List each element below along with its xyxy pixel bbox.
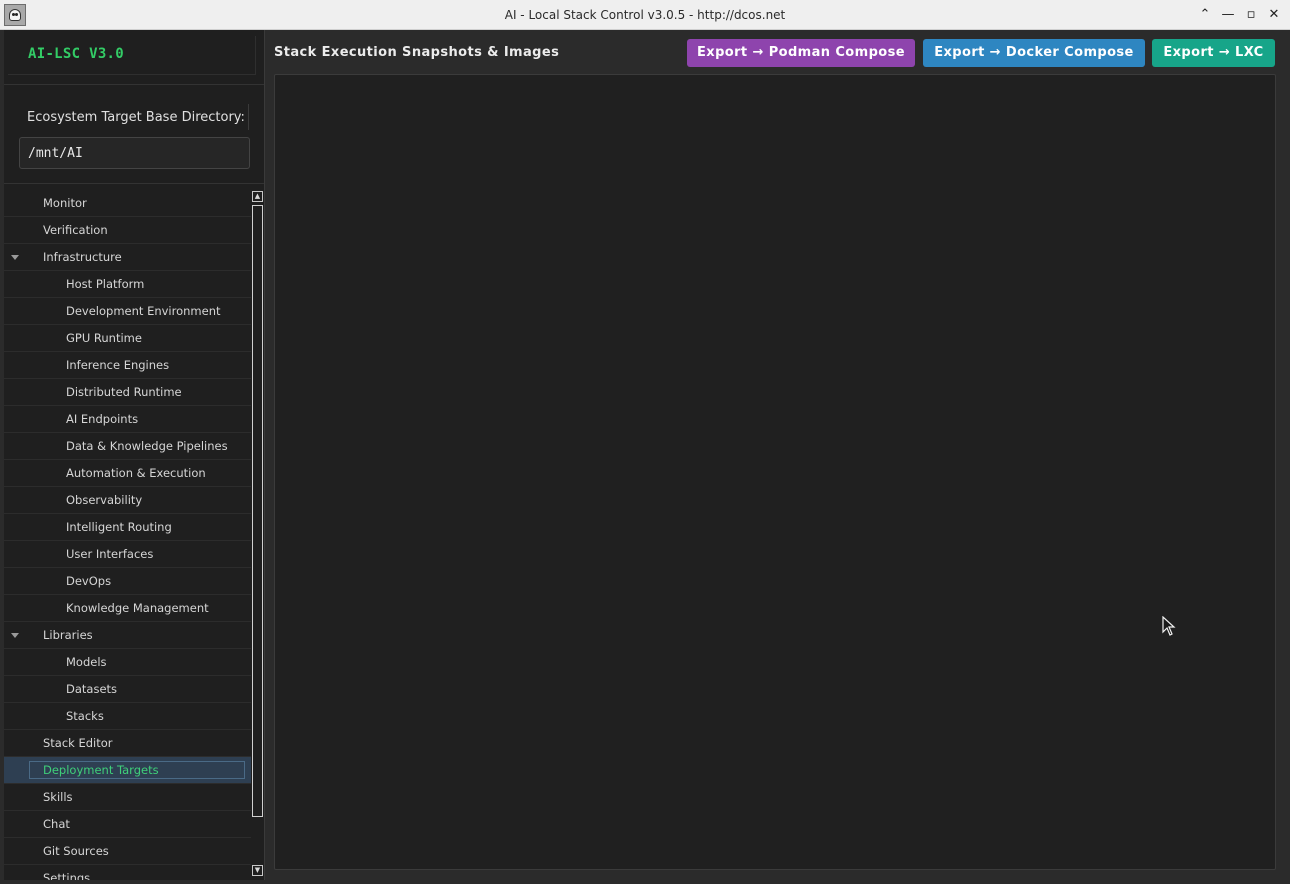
tree-item-label: Verification <box>43 223 108 237</box>
expand-arrow-icon[interactable] <box>11 255 19 260</box>
tree-item-label: Development Environment <box>66 304 221 318</box>
tree-item-skills[interactable]: Skills <box>4 784 251 811</box>
tree-item-libraries[interactable]: Libraries <box>4 622 251 649</box>
tree-item-label: Stacks <box>66 709 104 723</box>
tree-item-stacks[interactable]: Stacks <box>4 703 251 730</box>
tree-item-label: Datasets <box>66 682 118 696</box>
tree-item-gpu-runtime[interactable]: GPU Runtime <box>4 325 251 352</box>
tree-item-observability[interactable]: Observability <box>4 487 251 514</box>
tree-item-label: Distributed Runtime <box>66 385 182 399</box>
tree-item-ai-endpoints[interactable]: AI Endpoints <box>4 406 251 433</box>
tree-item-deployment-targets[interactable]: Deployment Targets <box>4 757 251 784</box>
tree-item-knowledge-management[interactable]: Knowledge Management <box>4 595 251 622</box>
tree-item-label: Models <box>66 655 107 669</box>
tree-item-label: Observability <box>66 493 143 507</box>
tree-item-label: Inference Engines <box>66 358 170 372</box>
maximize-window-icon[interactable]: ▫ <box>1242 6 1260 24</box>
sidebar: AI-LSC V3.0 Ecosystem Target Base Direct… <box>4 30 265 880</box>
minimize-window-icon[interactable]: — <box>1219 6 1237 24</box>
tree-item-label: User Interfaces <box>66 547 154 561</box>
window-title: AI - Local Stack Control v3.0.5 - http:/… <box>504 8 786 22</box>
navigation-tree: Monitor Verification Infrastructure Host Pl… <box>4 190 251 880</box>
tree-item-label: Knowledge Management <box>66 601 209 615</box>
tree-item-chat[interactable]: Chat <box>4 811 251 838</box>
tree-item-label: Stack Editor <box>43 736 113 750</box>
tree-item-infrastructure[interactable]: Infrastructure <box>4 244 251 271</box>
tree-item-label: Host Platform <box>66 277 145 291</box>
divider <box>4 183 264 184</box>
export-podman-compose-button[interactable]: Export → Podman Compose <box>687 39 915 67</box>
export-docker-compose-button[interactable]: Export → Docker Compose <box>923 39 1145 67</box>
tree-item-models[interactable]: Models <box>4 649 251 676</box>
tree-item-label: Automation & Execution <box>66 466 206 480</box>
directory-input[interactable] <box>19 137 250 169</box>
tree-item-git-sources[interactable]: Git Sources <box>4 838 251 865</box>
tree-item-label: Chat <box>43 817 70 831</box>
tree-item-devops[interactable]: DevOps <box>4 568 251 595</box>
tree-item-label: Infrastructure <box>43 250 122 264</box>
tree-item-label: Intelligent Routing <box>66 520 172 534</box>
tree-item-label: Skills <box>43 790 73 804</box>
tree-item-automation-and-execution[interactable]: Automation & Execution <box>4 460 251 487</box>
tree-item-label: Monitor <box>43 196 87 210</box>
tree-item-inference-engines[interactable]: Inference Engines <box>4 352 251 379</box>
tree-item-settings[interactable]: Settings <box>4 865 251 880</box>
expand-arrow-icon[interactable] <box>11 633 19 638</box>
scrollbar-thumb[interactable] <box>252 205 263 817</box>
mouse-cursor-icon <box>1162 616 1176 636</box>
tree-item-development-environment[interactable]: Development Environment <box>4 298 251 325</box>
tree-item-user-interfaces[interactable]: User Interfaces <box>4 541 251 568</box>
close-window-icon[interactable]: ✕ <box>1265 6 1283 24</box>
tree-item-label: Deployment Targets <box>43 763 159 777</box>
divider <box>4 84 264 85</box>
tree-item-label: Data & Knowledge Pipelines <box>66 439 228 453</box>
main-panel: Stack Execution Snapshots & Images Expor… <box>265 30 1286 880</box>
tree-item-verification[interactable]: Verification <box>4 217 251 244</box>
tree-item-stack-editor[interactable]: Stack Editor <box>4 730 251 757</box>
collapse-window-icon[interactable]: ⌃ <box>1196 6 1214 24</box>
title-bar: AI - Local Stack Control v3.0.5 - http:/… <box>0 0 1290 30</box>
tree-item-monitor[interactable]: Monitor <box>4 190 251 217</box>
tree-item-datasets[interactable]: Datasets <box>4 676 251 703</box>
tree-item-label: Settings <box>43 871 91 880</box>
sidebar-scrollbar[interactable]: ▲ ▼ <box>251 190 264 880</box>
tree-item-label: DevOps <box>66 574 112 588</box>
page-title: Stack Execution Snapshots & Images <box>274 45 560 60</box>
scroll-down-icon[interactable]: ▼ <box>252 865 263 876</box>
brand-title: AI-LSC V3.0 <box>28 46 125 62</box>
tree-item-label: Libraries <box>43 628 93 642</box>
tree-item-intelligent-routing[interactable]: Intelligent Routing <box>4 514 251 541</box>
export-lxc-button[interactable]: Export → LXC <box>1152 39 1275 67</box>
tree-item-host-platform[interactable]: Host Platform <box>4 271 251 298</box>
tree-item-label: Git Sources <box>43 844 109 858</box>
directory-label: Ecosystem Target Base Directory: <box>27 110 245 125</box>
tree-item-label: AI Endpoints <box>66 412 139 426</box>
scroll-up-icon[interactable]: ▲ <box>252 191 263 202</box>
tree-item-distributed-runtime[interactable]: Distributed Runtime <box>4 379 251 406</box>
snapshots-content-area[interactable] <box>274 74 1276 870</box>
tree-item-label: GPU Runtime <box>66 331 142 345</box>
tree-item-data-and-knowledge-pipelines[interactable]: Data & Knowledge Pipelines <box>4 433 251 460</box>
